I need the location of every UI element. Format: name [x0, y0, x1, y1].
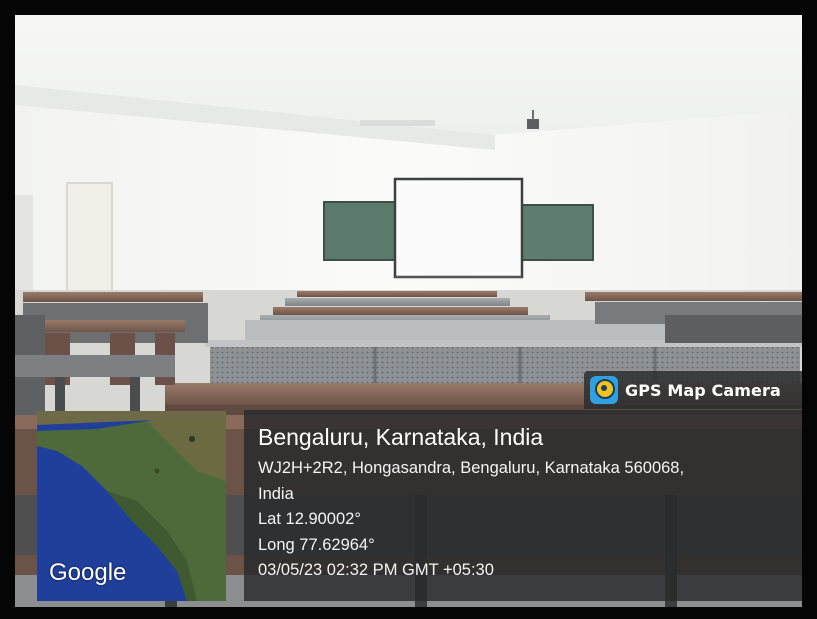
- longitude-text: Long 77.62964°: [258, 535, 375, 554]
- latitude-text: Lat 12.90002°: [258, 510, 361, 528]
- google-logo: Google: [49, 559, 127, 586]
- photo-frame: Google GPS Map Camera Bengaluru, Karnata…: [0, 0, 817, 619]
- timestamp-text: 03/05/23 02:32 PM GMT +05:30: [258, 561, 494, 579]
- gps-app-name: GPS Map Camera: [625, 380, 781, 400]
- gps-map-camera-logo-icon: [590, 376, 618, 404]
- address-line-1: WJ2H+2R2, Hongasandra, Bengaluru, Karnat…: [258, 459, 685, 477]
- address-line-2: India: [258, 484, 294, 503]
- map-thumbnail[interactable]: Google: [37, 411, 226, 601]
- gps-map-camera-badge: GPS Map Camera: [584, 371, 802, 409]
- location-title: Bengaluru, Karnataka, India: [258, 424, 544, 450]
- location-info-panel: Bengaluru, Karnataka, India WJ2H+2R2, Ho…: [244, 410, 802, 601]
